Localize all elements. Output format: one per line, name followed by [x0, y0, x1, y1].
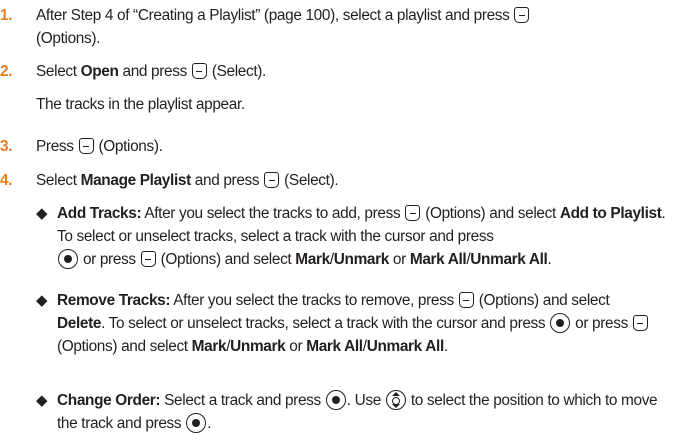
center-select-key-icon: [550, 313, 571, 333]
bullet-text: After you select the tracks to remove, p…: [173, 292, 454, 309]
left-softkey-icon: [632, 315, 648, 331]
left-softkey-icon: [140, 251, 156, 267]
bullet-text: (Options) and select: [57, 338, 188, 355]
left-softkey-icon: [405, 205, 421, 221]
bullet-text: or: [289, 338, 303, 355]
step-text: (Select).: [284, 172, 339, 189]
menu-option-manage-playlist: Manage Playlist: [80, 172, 192, 189]
step-text: After Step 4 of “Creating a Playlist” (p…: [36, 7, 510, 24]
menu-option-mark: Mark: [295, 251, 330, 268]
step-text: Select: [36, 172, 77, 189]
step-text: (Select).: [211, 63, 267, 80]
step-2: 2. Select Open and press (Select). The t…: [0, 60, 660, 116]
period: .: [207, 415, 212, 432]
bullet-text: Select a track and press: [164, 392, 321, 409]
step-number: 1.: [0, 7, 13, 24]
navigation-key-icon: [385, 390, 406, 410]
left-softkey-icon: [458, 292, 474, 308]
bullet-text: . Use: [346, 392, 382, 409]
bullet-text: or: [392, 251, 406, 268]
bullet-text: or press: [575, 315, 628, 332]
center-select-key-icon: [58, 249, 78, 269]
manual-page: 1. After Step 4 of “Creating a Playlist”…: [0, 0, 674, 441]
step-note: The tracks in the playlist appear.: [36, 96, 245, 113]
step-text: Select: [36, 63, 77, 80]
step-number: 2.: [0, 63, 13, 80]
menu-option-add-to-playlist: Add to Playlist: [559, 205, 662, 222]
step-number: 3.: [0, 138, 13, 155]
left-softkey-icon: [514, 7, 530, 23]
step-4: 4. Select Manage Playlist and press (Sel…: [0, 169, 660, 192]
bullet-text: After you select the tracks to add, pres…: [144, 205, 401, 222]
diamond-bullet-icon: ◆: [36, 292, 48, 309]
center-select-key-icon: [186, 413, 207, 433]
step-text: (Options).: [98, 138, 163, 155]
diamond-bullet-icon: ◆: [36, 205, 48, 222]
menu-option-mark: Mark: [191, 338, 227, 355]
bullet-text: (Options) and select: [478, 292, 610, 309]
menu-option-mark-all: Mark All: [409, 251, 467, 268]
center-select-key-icon: [325, 390, 346, 410]
bullet-text: . To select or unselect tracks, select a…: [101, 315, 546, 332]
step-number: 4.: [0, 172, 13, 189]
menu-option-unmark-all: Unmark All: [366, 338, 445, 355]
menu-option-unmark: Unmark: [333, 251, 390, 268]
left-softkey-icon: [264, 172, 280, 188]
period: .: [443, 338, 448, 355]
menu-option-open: Open: [80, 63, 119, 80]
step-text: (Options).: [36, 30, 101, 47]
step-text: Press: [36, 138, 74, 155]
bullet-change-order: ◆ Change Order: Select a track and press…: [36, 389, 672, 435]
bullet-title: Add Tracks:: [57, 205, 142, 222]
bullet-remove-tracks: ◆ Remove Tracks: After you select the tr…: [36, 289, 672, 358]
menu-option-delete: Delete: [57, 315, 102, 332]
bullet-text: (Options) and select: [160, 251, 292, 268]
bullet-add-tracks: ◆ Add Tracks: After you select the track…: [36, 202, 672, 271]
diamond-bullet-icon: ◆: [36, 392, 48, 409]
step-3: 3. Press (Options).: [0, 135, 660, 158]
step-1: 1. After Step 4 of “Creating a Playlist”…: [0, 4, 660, 50]
menu-option-mark-all: Mark All: [306, 338, 363, 355]
left-softkey-icon: [191, 63, 207, 79]
step-text: and press: [194, 172, 260, 189]
step-text: and press: [122, 63, 188, 80]
left-softkey-icon: [78, 138, 94, 154]
bullet-text: or press: [82, 251, 136, 268]
menu-option-unmark: Unmark: [230, 338, 286, 355]
bullet-text: (Options) and select: [425, 205, 556, 222]
bullet-title: Change Order:: [57, 392, 161, 409]
menu-option-unmark-all: Unmark All: [470, 251, 548, 268]
bullet-title: Remove Tracks:: [57, 292, 171, 309]
period: .: [547, 251, 552, 268]
